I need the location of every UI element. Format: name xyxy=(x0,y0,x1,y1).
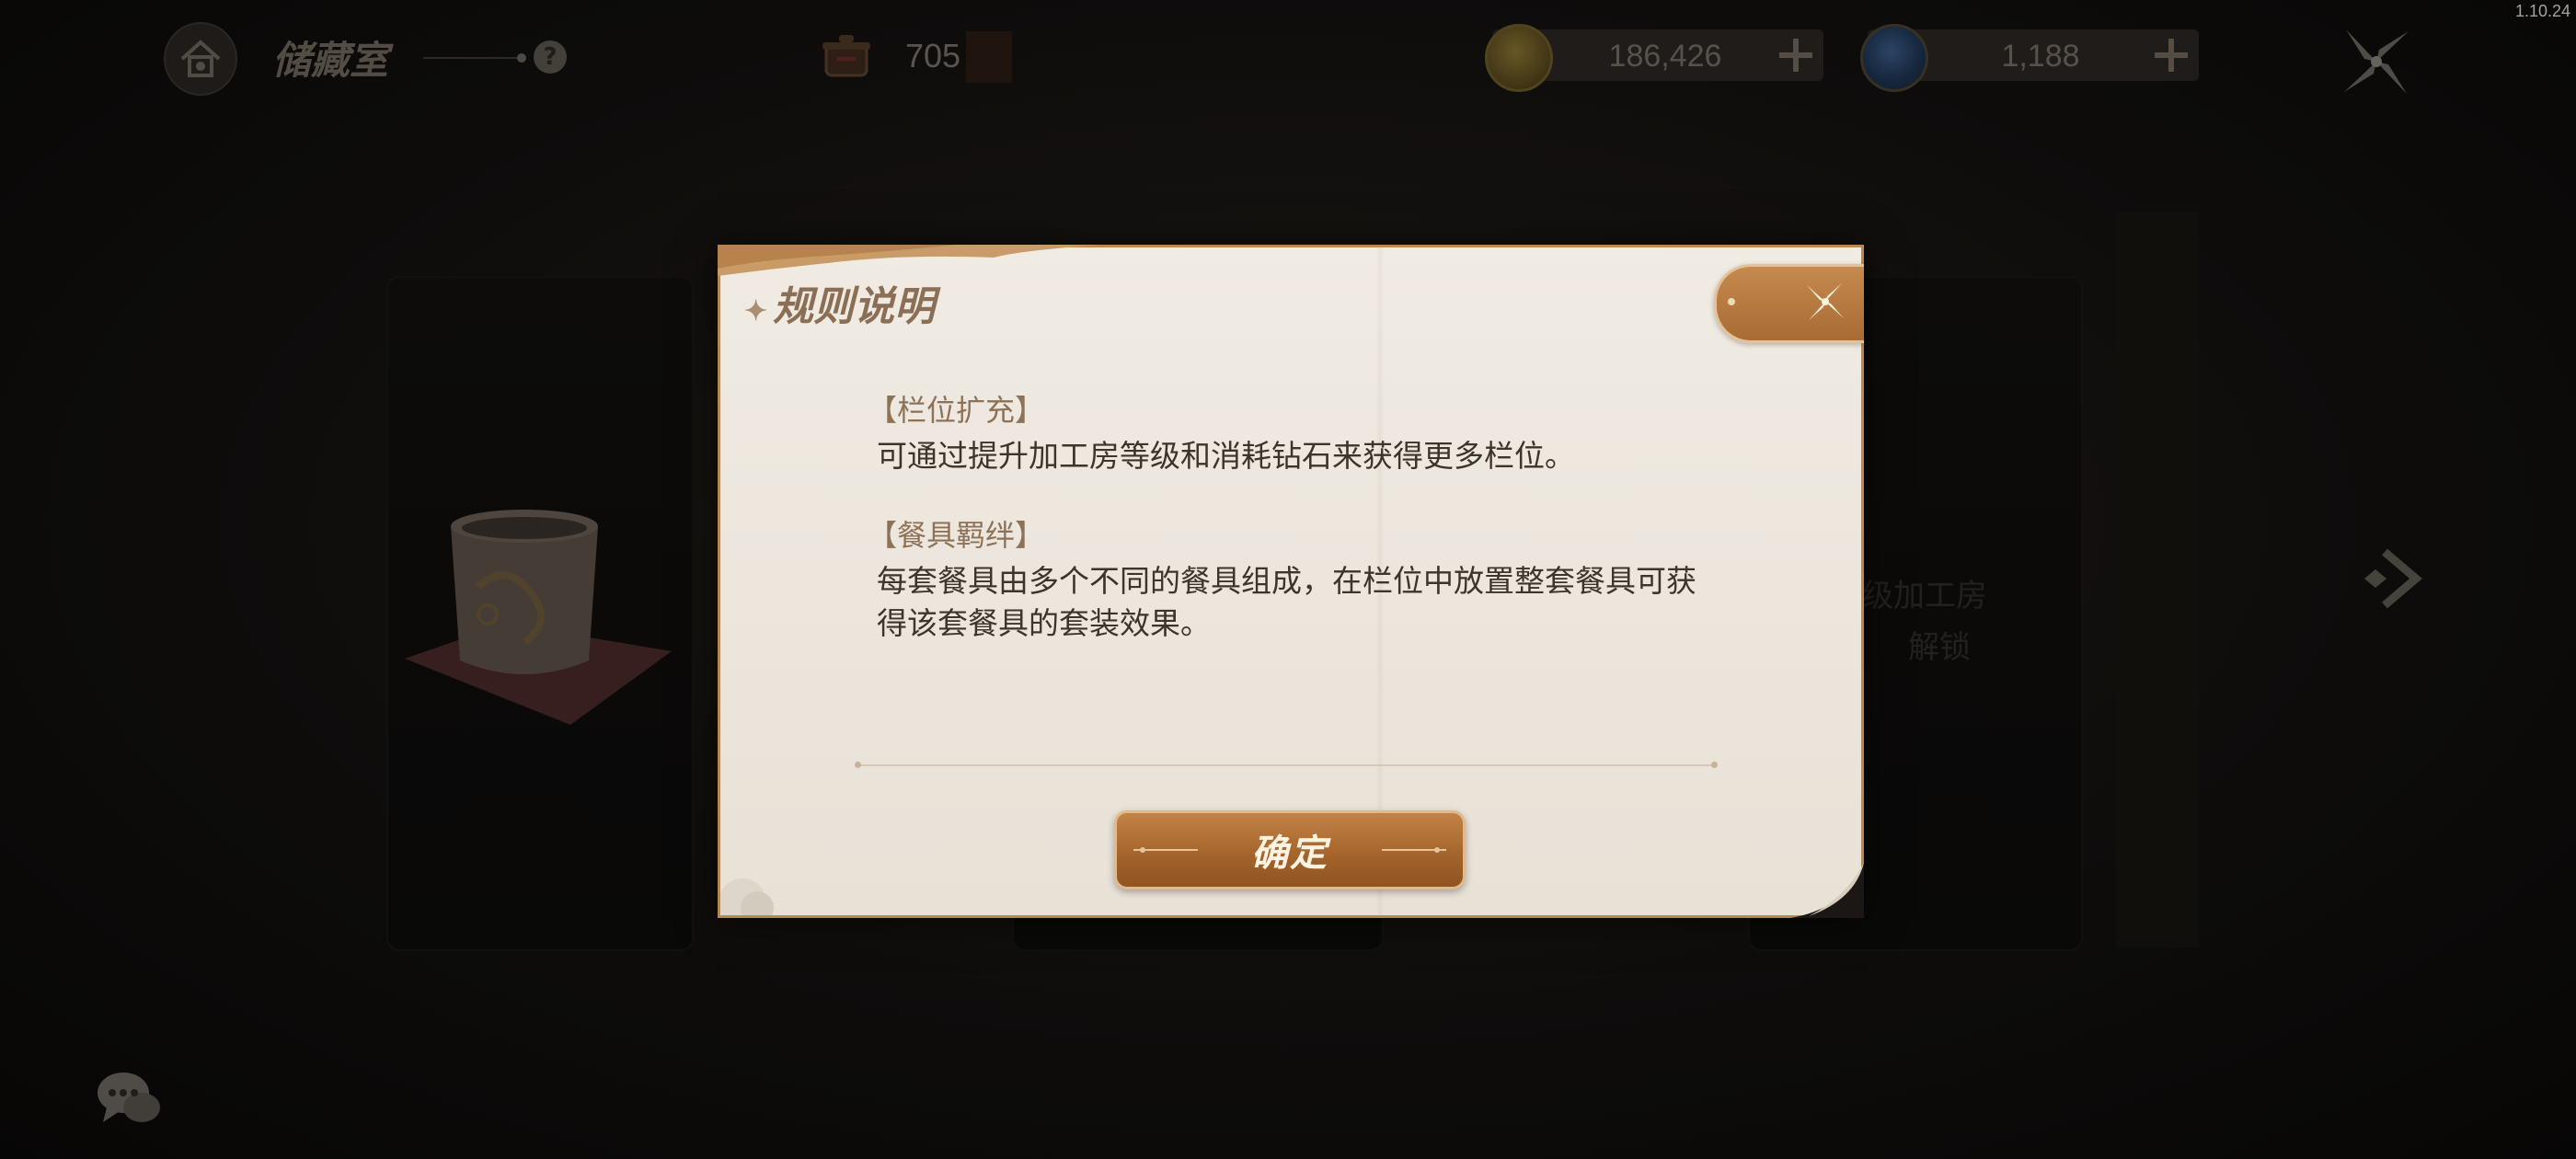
game-screen: 储藏室 ? 705 186,426 1,188 1.10.24 级加工房 解锁 … xyxy=(0,0,2576,1159)
corner-ornament xyxy=(718,245,1104,276)
dialog-title: ✦ 规则说明 xyxy=(744,273,935,332)
confirm-button[interactable]: 确定 xyxy=(1114,810,1466,889)
page-curl xyxy=(1790,863,1864,918)
confirm-button-label: 确定 xyxy=(1251,832,1328,875)
rules-dialog: ✦ 规则说明 【栏位扩充】 可通过提升加工房等级和消耗钻石来获得更多栏位。 【餐具… xyxy=(718,245,1864,918)
section-body-tableware-bond: 每套餐具由多个不同的餐具组成，在栏位中放置整套餐具可获得该套餐具的套装效果。 xyxy=(877,563,1696,641)
sparkle-icon: ✦ xyxy=(744,295,768,327)
section-body-slot-expansion: 可通过提升加工房等级和消耗钻石来获得更多栏位。 xyxy=(877,438,1575,474)
section-heading-tableware-bond: 【餐具羁绊】 xyxy=(868,518,1045,553)
dialog-title-text: 规则说明 xyxy=(773,283,936,330)
button-ornament xyxy=(1133,847,1198,853)
section-heading-slot-expansion: 【栏位扩充】 xyxy=(868,393,1045,428)
button-ornament xyxy=(1382,847,1446,853)
close-icon xyxy=(1807,283,1844,320)
dialog-divider xyxy=(855,762,1718,768)
close-button-dot xyxy=(1728,298,1735,305)
close-button[interactable] xyxy=(1714,264,1864,343)
corner-ornament xyxy=(720,878,774,915)
